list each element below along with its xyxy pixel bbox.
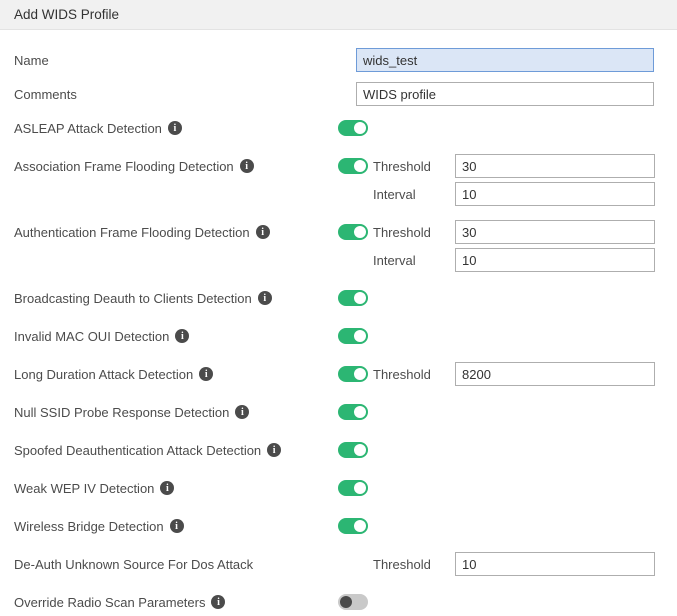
row-null-ssid-probe: Null SSID Probe Response Detection i xyxy=(0,400,677,424)
toggle-spoofed-deauthentication[interactable] xyxy=(338,442,368,458)
info-icon[interactable]: i xyxy=(257,291,272,305)
threshold-label: Threshold xyxy=(373,158,431,174)
setting-label: Broadcasting Deauth to Clients Detection xyxy=(14,290,252,306)
name-row: Name xyxy=(0,48,677,72)
toggle-knob xyxy=(354,226,366,238)
association-interval-input[interactable] xyxy=(455,182,655,206)
toggle-knob xyxy=(354,122,366,134)
setting-label: ASLEAP Attack Detection xyxy=(14,120,162,136)
info-icon[interactable]: i xyxy=(199,367,214,381)
long-duration-threshold-input[interactable] xyxy=(455,362,655,386)
toggle-override-radio-scan[interactable] xyxy=(338,594,368,610)
setting-label: Invalid MAC OUI Detection xyxy=(14,328,170,344)
interval-label: Interval xyxy=(373,186,416,202)
toggle-association-frame-flooding[interactable] xyxy=(338,158,368,174)
row-spoofed-deauthentication: Spoofed Deauthentication Attack Detectio… xyxy=(0,438,677,462)
toggle-knob xyxy=(340,596,352,608)
authentication-threshold-input[interactable] xyxy=(455,220,655,244)
toggle-broadcasting-deauth[interactable] xyxy=(338,290,368,306)
setting-label: Long Duration Attack Detection xyxy=(14,366,194,382)
toggle-authentication-frame-flooding[interactable] xyxy=(338,224,368,240)
deauth-unknown-threshold-input[interactable] xyxy=(455,552,655,576)
toggle-knob xyxy=(354,406,366,418)
info-icon[interactable]: i xyxy=(255,225,270,239)
row-association-frame-flooding: Association Frame Flooding Detection i T… xyxy=(0,154,677,206)
row-override-radio-scan: Override Radio Scan Parameters i xyxy=(0,590,677,614)
row-wireless-bridge: Wireless Bridge Detection i xyxy=(0,514,677,538)
row-invalid-mac-oui: Invalid MAC OUI Detection i xyxy=(0,324,677,348)
row-long-duration-attack: Long Duration Attack Detection i Thresho… xyxy=(0,362,677,386)
setting-label: Weak WEP IV Detection xyxy=(14,480,155,496)
page-title-text: Add WIDS Profile xyxy=(14,7,120,22)
toggle-knob xyxy=(354,520,366,532)
comments-label: Comments xyxy=(14,86,77,102)
threshold-label: Threshold xyxy=(373,556,431,572)
info-icon[interactable]: i xyxy=(167,121,182,135)
row-deauth-unknown-source: De-Auth Unknown Source For Dos Attack Th… xyxy=(0,552,677,576)
threshold-label: Threshold xyxy=(373,366,431,382)
authentication-interval-input[interactable] xyxy=(455,248,655,272)
info-icon[interactable]: i xyxy=(169,519,184,533)
comments-input[interactable] xyxy=(356,82,654,106)
wids-profile-form: Name Comments ASLEAP Attack Detection i … xyxy=(0,30,677,614)
association-threshold-input[interactable] xyxy=(455,154,655,178)
setting-label: Authentication Frame Flooding Detection xyxy=(14,224,250,240)
page-title: Add WIDS Profile xyxy=(0,0,677,30)
toggle-knob xyxy=(354,330,366,342)
toggle-invalid-mac-oui[interactable] xyxy=(338,328,368,344)
setting-label: De-Auth Unknown Source For Dos Attack xyxy=(14,556,254,572)
toggle-wireless-bridge[interactable] xyxy=(338,518,368,534)
interval-label: Interval xyxy=(373,252,416,268)
info-icon[interactable]: i xyxy=(211,595,226,609)
name-input[interactable] xyxy=(356,48,654,72)
info-icon[interactable]: i xyxy=(239,159,254,173)
info-icon[interactable]: i xyxy=(175,329,190,343)
row-broadcasting-deauth: Broadcasting Deauth to Clients Detection… xyxy=(0,286,677,310)
setting-label: Null SSID Probe Response Detection xyxy=(14,404,230,420)
info-icon[interactable]: i xyxy=(160,481,175,495)
setting-label: Override Radio Scan Parameters xyxy=(14,594,206,610)
info-icon[interactable]: i xyxy=(267,443,282,457)
toggle-null-ssid-probe[interactable] xyxy=(338,404,368,420)
setting-label: Wireless Bridge Detection xyxy=(14,518,164,534)
setting-label: Spoofed Deauthentication Attack Detectio… xyxy=(14,442,262,458)
comments-row: Comments xyxy=(0,82,677,106)
toggle-weak-wep-iv[interactable] xyxy=(338,480,368,496)
toggle-knob xyxy=(354,292,366,304)
toggle-asleap-attack-detection[interactable] xyxy=(338,120,368,136)
toggle-long-duration-attack[interactable] xyxy=(338,366,368,382)
toggle-knob xyxy=(354,482,366,494)
info-icon[interactable]: i xyxy=(235,405,250,419)
row-authentication-frame-flooding: Authentication Frame Flooding Detection … xyxy=(0,220,677,272)
threshold-label: Threshold xyxy=(373,224,431,240)
toggle-knob xyxy=(354,444,366,456)
row-asleap-attack-detection: ASLEAP Attack Detection i xyxy=(0,116,677,140)
row-weak-wep-iv: Weak WEP IV Detection i xyxy=(0,476,677,500)
toggle-knob xyxy=(354,160,366,172)
toggle-knob xyxy=(354,368,366,380)
setting-label: Association Frame Flooding Detection xyxy=(14,158,234,174)
name-label: Name xyxy=(14,52,49,68)
